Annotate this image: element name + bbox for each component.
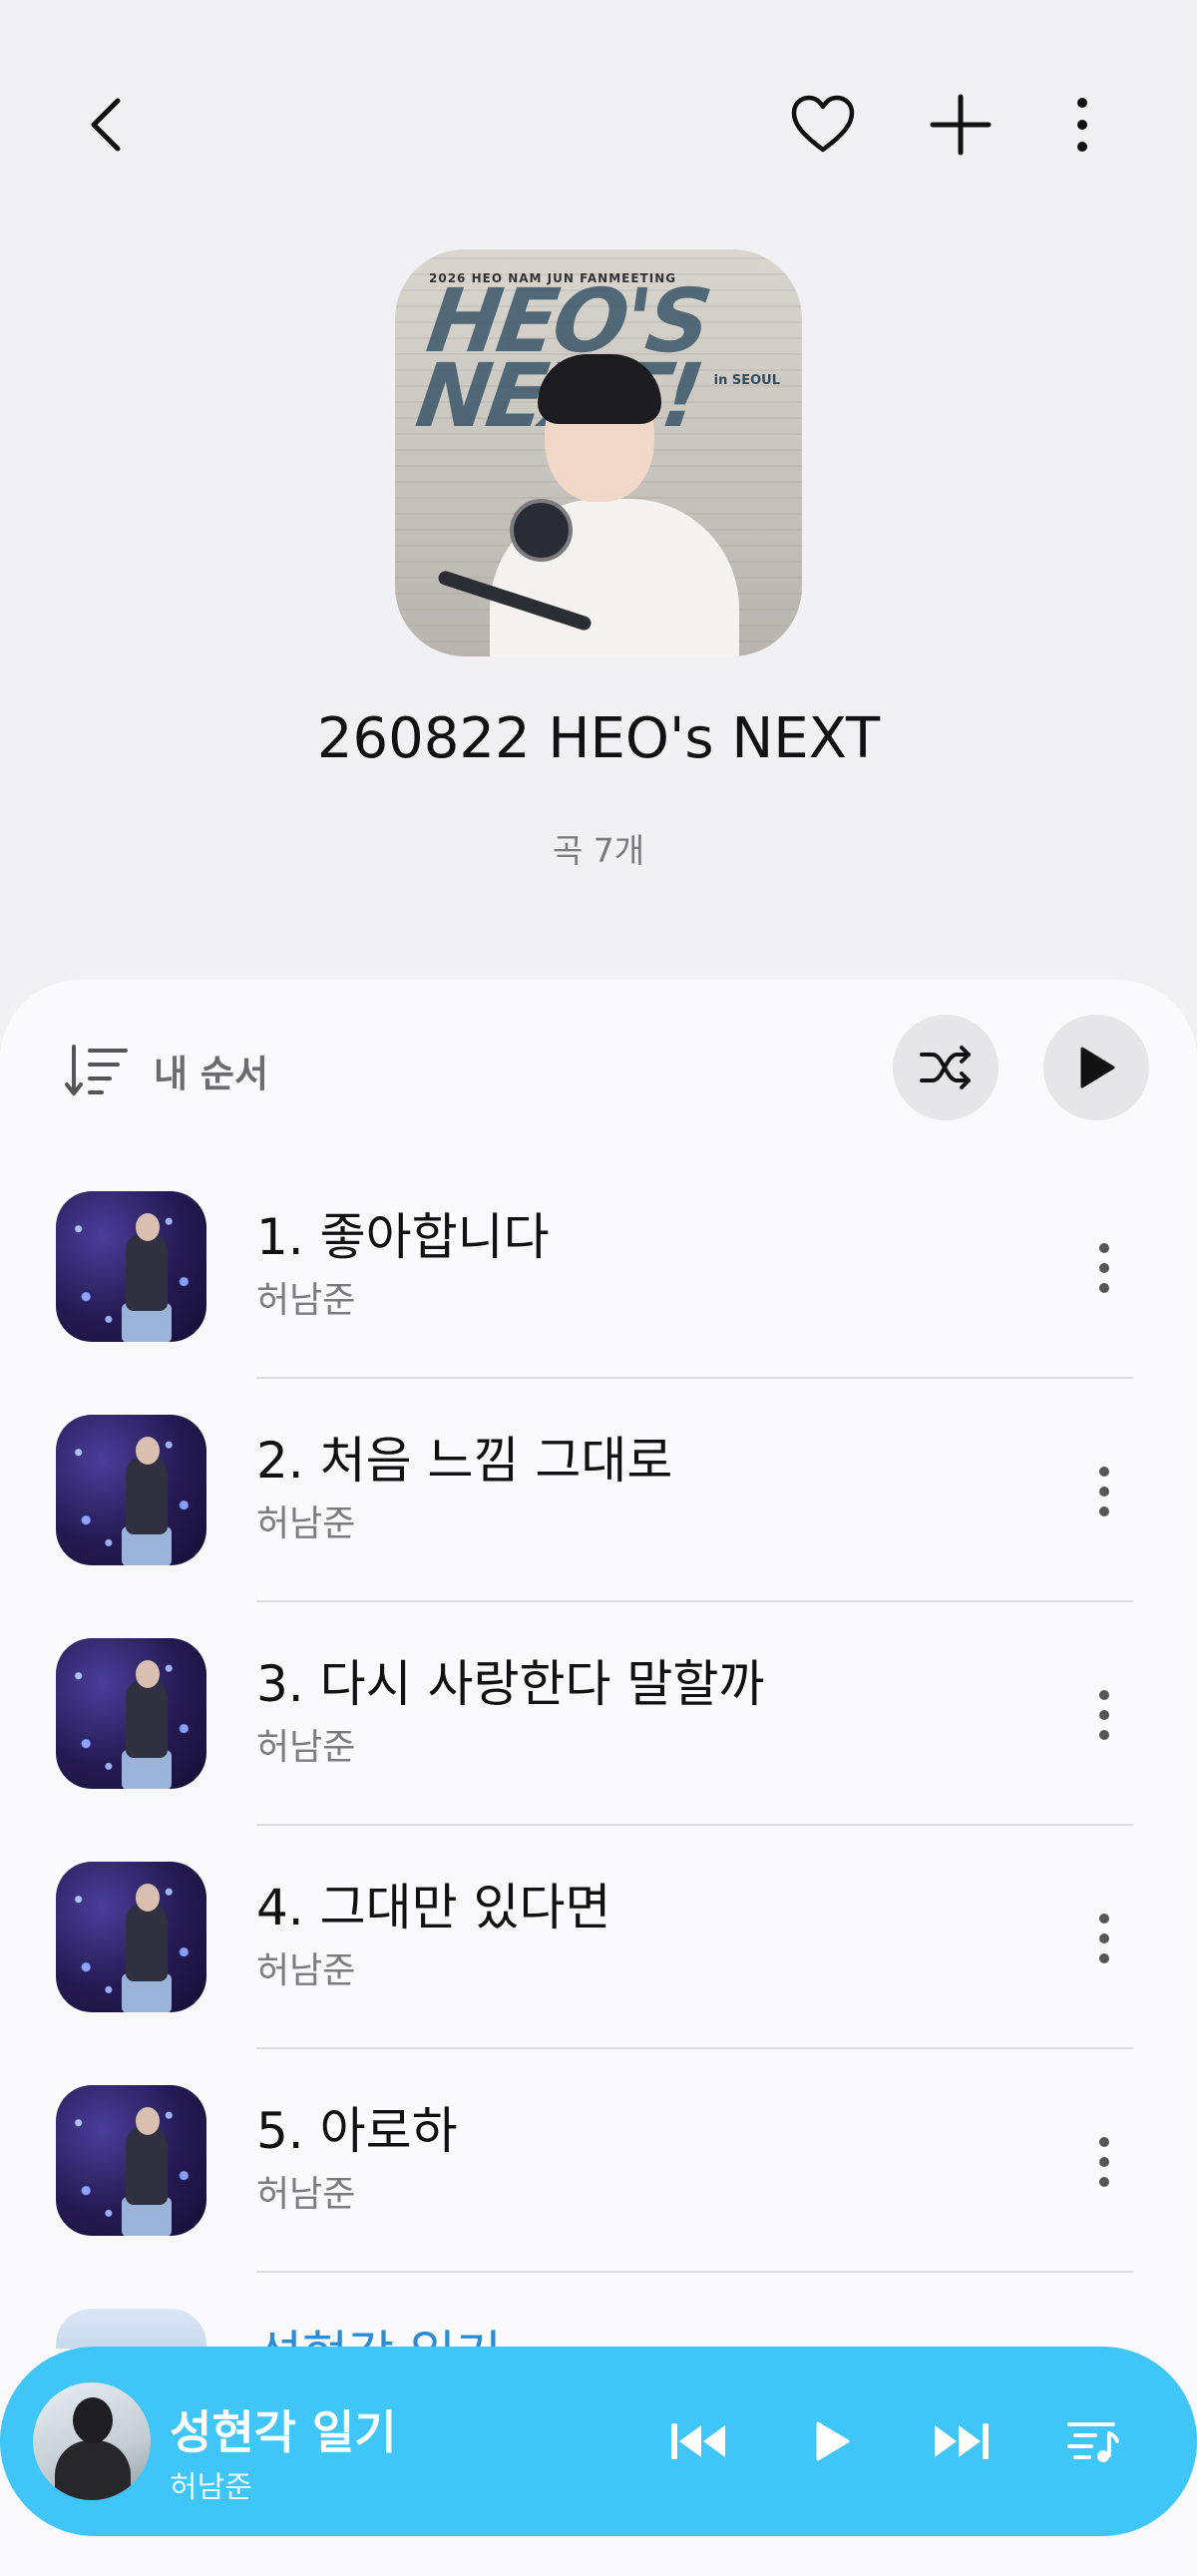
track-artist: 허남준 <box>256 1727 356 1768</box>
track-title: 4. 그대만 있다면 <box>256 1879 611 1936</box>
track-artist: 허남준 <box>256 1950 356 1991</box>
track-thumbnail <box>56 2309 206 2349</box>
play-icon <box>816 2421 850 2461</box>
chevron-left-icon <box>91 98 121 152</box>
track-artist: 허남준 <box>256 1280 356 1321</box>
divider <box>256 1824 1133 1826</box>
divider <box>256 2271 1133 2273</box>
track-thumbnail <box>56 1191 206 1342</box>
track-row[interactable]: 1. 좋아합니다 허남준 <box>0 1191 1197 1415</box>
plus-icon <box>930 94 992 156</box>
track-row[interactable]: 2. 처음 느낌 그대로 허남준 <box>0 1415 1197 1638</box>
track-title: 2. 처음 느낌 그대로 <box>256 1432 673 1490</box>
more-vertical-icon <box>1099 1914 1109 1963</box>
favorite-button[interactable] <box>778 80 868 170</box>
previous-button[interactable] <box>658 2401 738 2481</box>
add-button[interactable] <box>916 80 1005 170</box>
shuffle-button[interactable] <box>893 1015 998 1120</box>
track-row[interactable]: 4. 그대만 있다면 허남준 <box>0 1862 1197 2085</box>
next-button[interactable] <box>922 2401 1001 2481</box>
track-thumbnail <box>56 2085 206 2236</box>
track-thumbnail <box>56 1415 206 1565</box>
track-thumbnail <box>56 1638 206 1789</box>
album-title: 260822 HEO's NEXT <box>316 706 881 771</box>
track-row[interactable]: 3. 다시 사랑한다 말할까 허남준 <box>0 1638 1197 1862</box>
playlist-icon <box>1067 2422 1119 2462</box>
track-more-button[interactable] <box>1082 1678 1126 1752</box>
now-playing-title: 성현각 일기 <box>170 2405 397 2459</box>
track-title: 1. 좋아합니다 <box>256 1208 550 1266</box>
shuffle-icon <box>920 1046 971 1089</box>
now-playing-artwork <box>33 2382 151 2500</box>
track-count: 곡 7개 <box>552 831 645 870</box>
play-icon <box>1080 1047 1115 1088</box>
track-row[interactable]: 5. 아로하 허남준 <box>0 2085 1197 2309</box>
divider <box>256 1600 1133 1602</box>
divider <box>256 1377 1133 1379</box>
album-cover: 2026 HEO NAM JUN FANMEETING HEO'S NEXT! … <box>395 249 802 656</box>
more-vertical-icon <box>1077 98 1087 152</box>
more-vertical-icon <box>1099 1243 1109 1293</box>
cover-place-text: in SEOUL <box>713 373 780 388</box>
track-more-button[interactable] <box>1082 2125 1126 2199</box>
more-vertical-icon <box>1099 1690 1109 1740</box>
track-title: 5. 아로하 <box>256 2102 458 2160</box>
sort-order-icon <box>65 1045 128 1095</box>
sort-label: 내 순서 <box>154 1053 269 1095</box>
play-all-button[interactable] <box>1043 1015 1149 1120</box>
skip-previous-icon <box>671 2423 725 2459</box>
track-thumbnail <box>56 1862 206 2012</box>
track-artist: 허남준 <box>256 1503 356 1544</box>
track-title: 성현각 일기 <box>256 2315 502 2349</box>
track-more-button[interactable] <box>1082 1231 1126 1305</box>
divider <box>256 2047 1133 2049</box>
queue-button[interactable] <box>1052 2401 1132 2481</box>
play-button[interactable] <box>792 2401 872 2481</box>
track-row[interactable]: 성현각 일기 <box>0 2309 1197 2349</box>
track-more-button[interactable] <box>1082 1455 1126 1528</box>
more-options-button[interactable] <box>1037 80 1127 170</box>
more-vertical-icon <box>1099 2137 1109 2187</box>
skip-next-icon <box>935 2423 989 2459</box>
more-vertical-icon <box>1099 1467 1109 1516</box>
mini-player[interactable]: 성현각 일기 허남준 <box>0 2347 1197 2536</box>
heart-outline-icon <box>791 95 855 153</box>
track-title: 3. 다시 사랑한다 말할까 <box>256 1655 765 1713</box>
now-playing-artist: 허남준 <box>170 2470 252 2505</box>
track-artist: 허남준 <box>256 2174 356 2215</box>
sort-button[interactable]: 내 순서 <box>64 1036 268 1105</box>
track-more-button[interactable] <box>1082 1902 1126 1975</box>
back-button[interactable] <box>65 80 155 170</box>
top-app-bar <box>0 0 1197 249</box>
